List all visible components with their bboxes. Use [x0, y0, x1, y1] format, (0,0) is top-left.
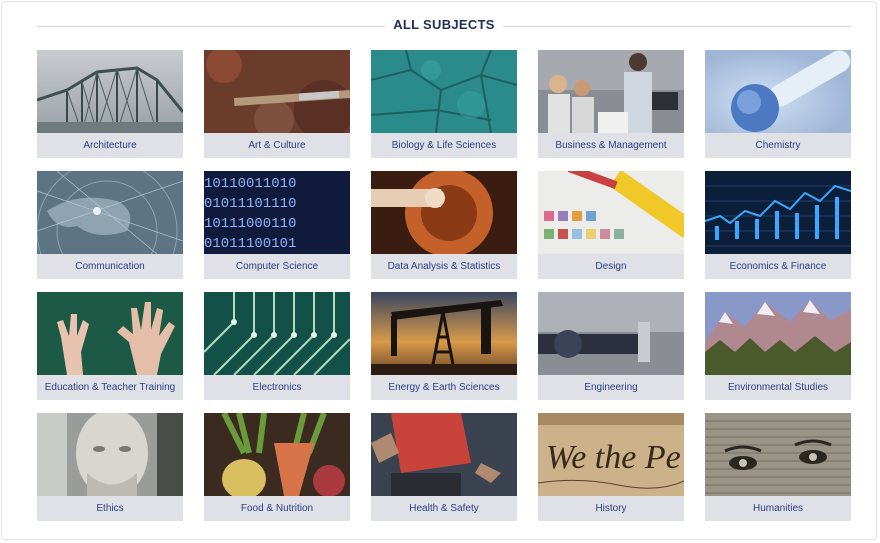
subject-card-engineering[interactable]: Engineering [538, 292, 684, 400]
circuit-board-photo-icon [204, 292, 350, 375]
abstract-sphere-photo-icon [371, 171, 517, 254]
subject-label: Data Analysis & Statistics [371, 254, 517, 279]
subject-label: Economics & Finance [705, 254, 851, 279]
subject-label: Environmental Studies [705, 375, 851, 400]
binary-code-photo-icon: 10110011010 01011101110 10111000110 0101… [204, 171, 350, 254]
subject-card-energy-earth-sciences[interactable]: Energy & Earth Sciences [371, 292, 517, 400]
bridge-photo-icon [37, 50, 183, 133]
subject-card-computer-science[interactable]: 10110011010 01011101110 10111000110 0101… [204, 171, 350, 279]
raised-hands-photo-icon [37, 292, 183, 375]
subject-card-data-analysis-statistics[interactable]: Data Analysis & Statistics [371, 171, 517, 279]
oil-pump-photo-icon [371, 292, 517, 375]
subject-card-business-management[interactable]: Business & Management [538, 50, 684, 158]
subject-card-ethics[interactable]: Ethics [37, 413, 183, 521]
subject-card-health-safety[interactable]: Health & Safety [371, 413, 517, 521]
subject-label: Art & Culture [204, 133, 350, 158]
subject-label: Electronics [204, 375, 350, 400]
subject-card-art-culture[interactable]: Art & Culture [204, 50, 350, 158]
cells-photo-icon [371, 50, 517, 133]
subject-label: Ethics [37, 496, 183, 521]
subject-card-communication[interactable]: Communication [37, 171, 183, 279]
globe-network-photo-icon [37, 171, 183, 254]
meeting-photo-icon [538, 50, 684, 133]
subject-label: History [538, 496, 684, 521]
subject-label: Business & Management [538, 133, 684, 158]
subject-label: Energy & Earth Sciences [371, 375, 517, 400]
subject-label: Health & Safety [371, 496, 517, 521]
subject-label: Chemistry [705, 133, 851, 158]
subject-card-architecture[interactable]: Architecture [37, 50, 183, 158]
subject-card-biology-life-sciences[interactable]: Biology & Life Sciences [371, 50, 517, 158]
subject-label: Architecture [37, 133, 183, 158]
mountains-photo-icon [705, 292, 851, 375]
color-swatches-photo-icon [538, 171, 684, 254]
subject-label: Communication [37, 254, 183, 279]
subject-label: Biology & Life Sciences [371, 133, 517, 158]
subject-card-chemistry[interactable]: Chemistry [705, 50, 851, 158]
header-rule-left [37, 26, 385, 27]
subject-card-electronics[interactable]: Electronics [204, 292, 350, 400]
statue-bust-photo-icon [37, 413, 183, 496]
subject-label: Design [538, 254, 684, 279]
svg-text:01011100101: 01011100101 [204, 236, 296, 252]
stock-chart-photo-icon [705, 171, 851, 254]
subject-card-food-nutrition[interactable]: Food & Nutrition [204, 413, 350, 521]
svg-text:10110011010: 10110011010 [204, 176, 296, 192]
subject-label: Computer Science [204, 254, 350, 279]
header-rule-right [503, 26, 851, 27]
subject-card-history[interactable]: We the Pe History [538, 413, 684, 521]
runner-photo-icon [371, 413, 517, 496]
portrait-engraving-photo-icon [705, 413, 851, 496]
subject-label: Food & Nutrition [204, 496, 350, 521]
subject-label: Education & Teacher Training [37, 375, 183, 400]
subject-card-economics-finance[interactable]: Economics & Finance [705, 171, 851, 279]
lab-glass-photo-icon [705, 50, 851, 133]
page-title: ALL SUBJECTS [393, 17, 495, 32]
svg-text:We the Pe: We the Pe [546, 439, 681, 476]
svg-text:01011101110: 01011101110 [204, 196, 296, 212]
subject-label: Engineering [538, 375, 684, 400]
machine-part-photo-icon [538, 292, 684, 375]
we-the-people-photo-icon: We the Pe [538, 413, 684, 496]
subject-card-education-teacher-training[interactable]: Education & Teacher Training [37, 292, 183, 400]
paintbrush-photo-icon [204, 50, 350, 133]
section-header: ALL SUBJECTS [37, 15, 851, 37]
subject-card-humanities[interactable]: Humanities [705, 413, 851, 521]
vegetables-photo-icon [204, 413, 350, 496]
subject-card-design[interactable]: Design [538, 171, 684, 279]
subject-card-environmental-studies[interactable]: Environmental Studies [705, 292, 851, 400]
subject-label: Humanities [705, 496, 851, 521]
subject-grid: Architecture Art & Culture Biology & Lif… [37, 50, 851, 521]
svg-text:10111000110: 10111000110 [204, 216, 296, 232]
